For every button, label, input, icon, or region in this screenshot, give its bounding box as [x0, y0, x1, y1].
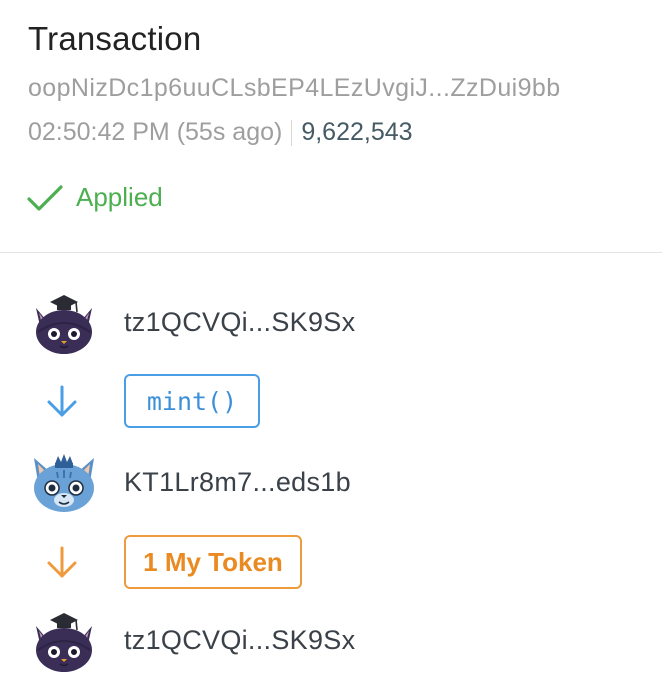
transfer-arrow-row — [44, 545, 80, 581]
receiver-address[interactable]: tz1QCVQi...SK9Sx — [124, 625, 355, 656]
token-transfer-badge[interactable]: 1 My Token — [124, 535, 302, 589]
receiver-row[interactable]: tz1QCVQi...SK9Sx — [30, 606, 355, 674]
entrypoint-badge[interactable]: mint() — [124, 374, 260, 428]
entrypoint-arrow-row — [44, 384, 80, 420]
sender-address[interactable]: tz1QCVQi...SK9Sx — [124, 307, 355, 338]
contract-avatar — [34, 454, 94, 512]
sender-avatar — [36, 295, 92, 354]
transaction-meta: 02:50:42 PM (55s ago) 9,622,543 — [28, 118, 413, 147]
sender-row[interactable]: tz1QCVQi...SK9Sx — [30, 288, 355, 356]
check-icon — [27, 184, 63, 211]
page-title: Transaction — [28, 20, 202, 57]
operation-hash[interactable]: oopNizDc1p6uuCLsbEP4LEzUvgiJ...ZzDui9bb — [28, 74, 561, 103]
contract-address[interactable]: KT1Lr8m7...eds1b — [124, 467, 351, 498]
meta-divider — [291, 119, 293, 146]
block-level-link[interactable]: 9,622,543 — [301, 118, 412, 147]
status-badge: Applied — [26, 182, 163, 213]
arrow-down-icon — [47, 385, 77, 417]
transaction-header: Transaction oopNizDc1p6uuCLsbEP4LEzUvgiJ… — [0, 0, 662, 253]
contract-row[interactable]: KT1Lr8m7...eds1b — [30, 448, 351, 516]
timestamp: 02:50:42 PM (55s ago) — [28, 118, 283, 146]
status-label: Applied — [76, 182, 163, 212]
arrow-down-icon — [47, 546, 77, 578]
receiver-avatar — [36, 613, 92, 672]
